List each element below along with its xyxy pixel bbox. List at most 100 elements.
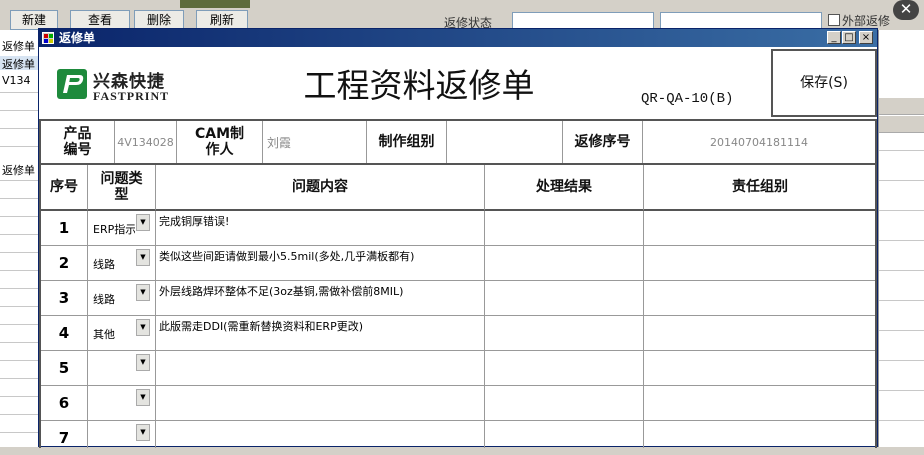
row-number: 2 xyxy=(41,246,88,280)
responsible-cell[interactable] xyxy=(644,246,877,280)
table-row: 2 线路 ▼ 类似这些间距请做到最小5.5mil(多处,几乎满板都有) xyxy=(39,246,877,281)
fastprint-logo-icon xyxy=(57,69,87,99)
dropdown-arrow-icon[interactable]: ▼ xyxy=(136,424,150,441)
dropdown-arrow-icon[interactable]: ▼ xyxy=(136,354,150,371)
result-cell[interactable] xyxy=(485,316,644,350)
seq-value-cell[interactable]: 20140704181114 xyxy=(643,121,877,163)
left-list-item[interactable]: 返修单 xyxy=(2,162,35,178)
product-no-value: 4V134028 xyxy=(117,135,174,149)
table-row: 4 其他 ▼ 此版需走DDI(需重新替换资料和ERP更改) xyxy=(39,316,877,351)
issue-text: 外层线路焊环整体不足(3oz基铜,需做补偿前8MIL) xyxy=(159,285,404,298)
info-row: 产品编号 4V134028 CAM制作人 刘霞 制作组别 返修序号 201407… xyxy=(39,119,877,165)
type-select[interactable]: 其他 ▼ xyxy=(88,316,156,350)
responsible-cell[interactable] xyxy=(644,211,877,245)
row-number: 7 xyxy=(41,421,88,448)
row-number: 3 xyxy=(41,281,88,315)
header-responsible: 责任组别 xyxy=(644,165,877,211)
group-value-cell[interactable] xyxy=(447,121,563,163)
type-select[interactable]: ERP指示 ▼ xyxy=(88,211,156,245)
dialog-title: 返修单 xyxy=(59,31,96,45)
maximize-button[interactable]: □ xyxy=(842,31,856,44)
dropdown-arrow-icon[interactable]: ▼ xyxy=(136,249,150,266)
product-no-value-cell[interactable]: 4V134028 xyxy=(115,121,177,163)
table-row: 7 ▼ xyxy=(39,421,877,448)
responsible-cell[interactable] xyxy=(644,351,877,385)
header-type: 问题类型 xyxy=(88,165,156,211)
type-select-value: 线路 xyxy=(93,293,115,306)
result-cell[interactable] xyxy=(485,421,644,448)
type-select-value: ERP指示 xyxy=(93,223,135,236)
close-button[interactable]: × xyxy=(859,31,873,44)
window-app-icon xyxy=(42,32,54,44)
result-cell[interactable] xyxy=(485,386,644,420)
new-button[interactable]: 新建 xyxy=(10,10,58,30)
row-number: 6 xyxy=(41,386,88,420)
result-cell[interactable] xyxy=(485,246,644,280)
left-list-item[interactable]: 返修单 xyxy=(2,56,35,72)
view-button[interactable]: 查看 xyxy=(70,10,130,30)
background-left-list: 返修单 返修单 V134 返修单 xyxy=(0,30,39,447)
table-row: 6 ▼ xyxy=(39,386,877,421)
external-repair-checkbox[interactable] xyxy=(828,14,840,26)
dropdown-arrow-icon[interactable]: ▼ xyxy=(136,389,150,406)
issue-text: 此版需走DDI(需重新替换资料和ERP更改) xyxy=(159,320,363,333)
type-select[interactable]: ▼ xyxy=(88,351,156,385)
product-no-label: 产品编号 xyxy=(63,126,92,158)
dropdown-arrow-icon[interactable]: ▼ xyxy=(136,319,150,336)
cam-label: CAM制作人 xyxy=(194,126,245,158)
header-no: 序号 xyxy=(41,165,88,211)
responsible-cell[interactable] xyxy=(644,316,877,350)
background-close-button[interactable]: ✕ xyxy=(893,0,919,20)
result-cell[interactable] xyxy=(485,211,644,245)
cam-value: 刘霞 xyxy=(267,135,292,150)
dialog-titlebar[interactable]: 返修单 _ □ × xyxy=(39,29,877,47)
issue-table: 序号 问题类型 问题内容 处理结果 责任组别 1 ERP指示 ▼ 完成铜厚错误! … xyxy=(39,165,877,448)
issue-cell[interactable] xyxy=(156,386,485,420)
header-issue: 问题内容 xyxy=(156,165,485,211)
external-repair-label: 外部返修 xyxy=(842,14,891,28)
issue-cell[interactable]: 完成铜厚错误! xyxy=(156,211,485,245)
group-label-cell: 制作组别 xyxy=(367,121,447,163)
type-select[interactable]: 线路 ▼ xyxy=(88,281,156,315)
dropdown-arrow-icon[interactable]: ▼ xyxy=(136,214,150,231)
table-right-border xyxy=(875,119,877,448)
issue-cell[interactable]: 类似这些间距请做到最小5.5mil(多处,几乎满板都有) xyxy=(156,246,485,280)
left-list-item[interactable]: 返修单 xyxy=(2,38,35,54)
group-label: 制作组别 xyxy=(378,134,435,150)
cam-value-cell[interactable]: 刘霞 xyxy=(263,121,367,163)
refresh-button[interactable]: 刷新 xyxy=(196,10,248,30)
issue-text: 完成铜厚错误! xyxy=(159,215,230,228)
row-number: 4 xyxy=(41,316,88,350)
responsible-cell[interactable] xyxy=(644,281,877,315)
row-number: 1 xyxy=(41,211,88,245)
type-select[interactable]: 线路 ▼ xyxy=(88,246,156,280)
result-cell[interactable] xyxy=(485,281,644,315)
minimize-button[interactable]: _ xyxy=(827,31,841,44)
type-select[interactable]: ▼ xyxy=(88,421,156,448)
issue-cell[interactable]: 此版需走DDI(需重新替换资料和ERP更改) xyxy=(156,316,485,350)
type-select[interactable]: ▼ xyxy=(88,386,156,420)
responsible-cell[interactable] xyxy=(644,421,877,448)
table-row: 1 ERP指示 ▼ 完成铜厚错误! xyxy=(39,211,877,246)
product-no-label-cell: 产品编号 xyxy=(39,121,115,163)
responsible-cell[interactable] xyxy=(644,386,877,420)
seq-label-cell: 返修序号 xyxy=(563,121,643,163)
cam-label-cell: CAM制作人 xyxy=(177,121,263,163)
save-button[interactable]: 保存(S) xyxy=(771,49,877,117)
dropdown-arrow-icon[interactable]: ▼ xyxy=(136,284,150,301)
table-row: 3 线路 ▼ 外层线路焊环整体不足(3oz基铜,需做补偿前8MIL) xyxy=(39,281,877,316)
seq-value: 20140704181114 xyxy=(710,135,808,149)
table-row: 5 ▼ xyxy=(39,351,877,386)
seq-label: 返修序号 xyxy=(574,134,631,150)
table-left-border xyxy=(39,119,41,448)
background-toolbar: 新建 查看 删除 刷新 返修状态 外部返修 ✕ xyxy=(0,0,924,32)
row-number: 5 xyxy=(41,351,88,385)
issue-cell[interactable]: 外层线路焊环整体不足(3oz基铜,需做补偿前8MIL) xyxy=(156,281,485,315)
delete-button[interactable]: 删除 xyxy=(134,10,184,30)
result-cell[interactable] xyxy=(485,351,644,385)
header-result: 处理结果 xyxy=(485,165,644,211)
issue-cell[interactable] xyxy=(156,351,485,385)
issue-text: 类似这些间距请做到最小5.5mil(多处,几乎满板都有) xyxy=(159,250,415,263)
issue-cell[interactable] xyxy=(156,421,485,448)
left-list-item[interactable]: V134 xyxy=(2,74,31,87)
